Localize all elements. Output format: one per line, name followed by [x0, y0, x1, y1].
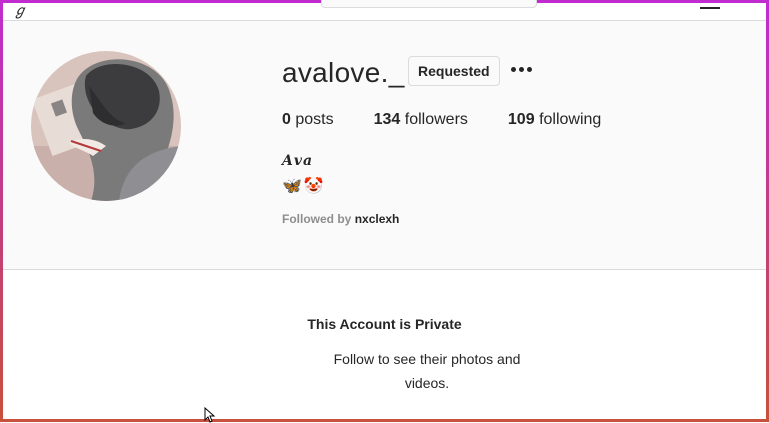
- bio: 🦋 🤡: [282, 176, 324, 196]
- followers-stat[interactable]: 134 followers: [374, 111, 468, 129]
- butterfly-emoji-icon: 🦋: [282, 178, 302, 195]
- profile-username: avalove._: [282, 57, 405, 88]
- more-options-icon[interactable]: [509, 61, 534, 78]
- dot-icon: [511, 67, 516, 72]
- clown-emoji-icon: 🤡: [303, 178, 324, 195]
- following-stat[interactable]: 109 following: [508, 111, 601, 129]
- dot-icon: [519, 67, 524, 72]
- followed-by-user-link[interactable]: nxclexh: [355, 212, 400, 226]
- followers-count: 134: [373, 111, 401, 128]
- avatar[interactable]: [31, 51, 181, 201]
- mouse-cursor-icon: [204, 407, 216, 423]
- dot-icon: [527, 67, 532, 72]
- profile-stats: 0 posts 134 followers 109 following: [282, 111, 641, 129]
- private-account-notice: This Account is Private Follow to see th…: [3, 270, 766, 419]
- avatar-image-icon: [31, 51, 181, 201]
- following-count: 109: [507, 111, 535, 128]
- search-input[interactable]: [321, 0, 537, 8]
- instagram-logo-icon[interactable]: ℊ: [13, 0, 27, 20]
- posts-count: 0: [282, 111, 291, 128]
- followers-label: followers: [404, 111, 468, 128]
- posts-label: posts: [295, 111, 334, 128]
- posts-stat: 0 posts: [282, 111, 334, 129]
- profile-header: avalove._ Requested 0 posts 134 follower…: [3, 21, 766, 270]
- followed-by-prefix: Followed by: [282, 212, 352, 226]
- nav-icons[interactable]: [700, 1, 720, 9]
- top-navigation-bar: ℊ: [3, 0, 766, 21]
- profile-full-name: 𝑨𝒗𝒂: [282, 153, 314, 169]
- following-label: following: [539, 111, 602, 128]
- requested-button[interactable]: Requested: [408, 56, 500, 86]
- private-title: This Account is Private: [307, 316, 462, 332]
- private-message: Follow to see their photos and videos.: [333, 351, 521, 391]
- followed-by[interactable]: Followed by nxclexh: [282, 212, 399, 226]
